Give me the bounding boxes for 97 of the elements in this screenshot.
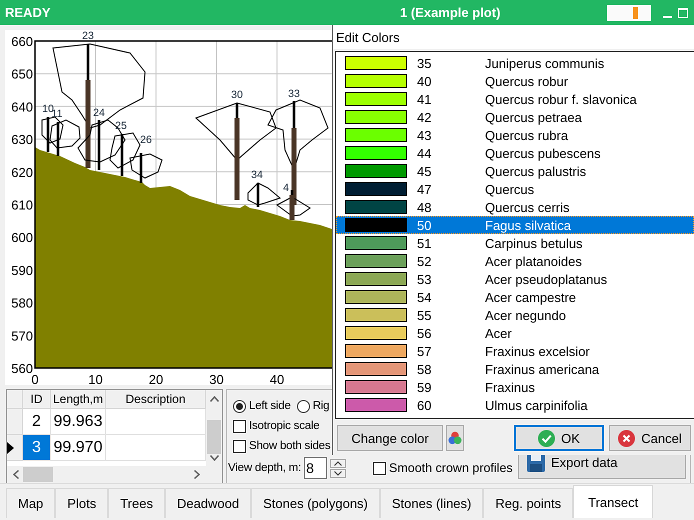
list-item[interactable]: 54 Acer campestre [336,288,694,306]
list-item[interactable]: 47 Quercus [336,180,694,198]
tab[interactable]: Plots [55,488,108,518]
spin-down-button[interactable] [330,468,346,478]
table-cell[interactable] [106,435,206,461]
list-item[interactable]: 52 Acer platanoides [336,252,694,270]
radio-button[interactable] [233,400,246,412]
corner-cell [7,390,23,409]
input-field[interactable]: 8 [304,457,328,479]
list-item[interactable]: 56 Acer [336,324,694,342]
tree-label: 25 [115,120,127,132]
column-header[interactable]: ID [23,390,51,409]
axis-label: 580 [11,296,33,311]
cancel-button[interactable]: Cancel [609,425,691,451]
list-item[interactable]: 55 Acer negundo [336,306,694,324]
list-item[interactable]: 57 Fraxinus excelsior [336,342,694,360]
checkbox-label[interactable]: Show both sides [249,440,330,452]
axis-label: 640 [11,99,33,114]
tree-label: 34 [251,169,263,181]
status-text: READY [5,5,51,20]
tree-label: 11 [52,108,62,120]
scroll-down-icon[interactable] [210,455,218,461]
list-item[interactable]: 60 Ulmus carpinifolia [336,396,694,414]
tree-label: 24 [93,107,105,119]
field-label: View depth, m: [228,462,302,474]
checkbox[interactable] [233,420,246,432]
list-item[interactable]: 58 Fraxinus americana [336,360,694,378]
tab[interactable]: Deadwood [164,488,252,518]
tab[interactable]: Map [6,488,56,518]
scroll-up-icon[interactable] [210,396,218,402]
dialog-title: Edit Colors [336,30,400,44]
palette-icon [448,431,462,445]
tab[interactable]: Transect [573,485,654,518]
radio-label[interactable]: Left side [249,400,291,412]
tab[interactable]: Reg. points [483,488,574,518]
checkbox[interactable] [233,440,246,452]
column-header[interactable]: Length,m [51,390,106,409]
radio-label[interactable]: Rig [312,400,330,412]
table-cell[interactable]: 99.970 [51,435,106,461]
checkbox[interactable] [373,462,386,474]
list-item[interactable]: 45 Quercus palustris [336,162,694,180]
list-item[interactable]: 35 Juniperus communis [336,54,694,72]
status-indicator [607,4,651,20]
tree-label: 26 [140,134,152,146]
list-item[interactable]: 44 Quercus pubescens [336,144,694,162]
scrollbar-thumb[interactable] [207,420,221,454]
tab[interactable]: Stones (lines) [380,488,484,518]
list-item[interactable]: 43 Quercus rubra [336,126,694,144]
ok-button[interactable]: OK [514,425,604,451]
axis-label: 650 [11,66,33,82]
spin-up-button[interactable] [330,458,346,468]
axis-label: 30 [209,372,224,385]
cancel-icon [618,430,636,446]
scroll-right-icon[interactable] [194,470,200,479]
axis-label: 10 [88,372,103,385]
axis-label: 630 [11,132,33,148]
axis-label: 660 [11,34,33,49]
axis-label: 620 [11,164,33,180]
check-icon [538,430,556,446]
row-header[interactable] [7,435,23,461]
scroll-left-icon[interactable] [13,470,19,479]
list-item[interactable]: 50 Fagus silvatica [336,216,694,234]
window-title: 1 (Example plot) [400,5,500,20]
list-item[interactable]: 59 Fraxinus [336,378,694,396]
tab[interactable]: Trees [108,488,165,518]
axis-label: 610 [11,198,33,212]
axis-label: 20 [148,372,164,385]
maximize-icon[interactable] [678,8,688,18]
list-item[interactable]: 40 Quercus robur [336,72,694,90]
list-item[interactable]: 53 Acer pseudoplatanus [336,270,694,288]
tree-label: 10 [42,103,54,115]
radio-button[interactable] [296,400,310,412]
tree-label: 30 [231,89,243,101]
axis-label: 560 [11,361,33,376]
tab[interactable]: Stones (polygons) [251,488,380,518]
list-item[interactable]: 41 Quercus robur f. slavonica [336,90,694,108]
scrollbar-thumb[interactable] [23,467,53,482]
list-item[interactable]: 48 Quercus cerris [336,198,694,216]
change-color-button[interactable]: Change color [337,425,443,451]
table-cell[interactable]: 2 [23,409,51,435]
column-header[interactable]: Description [106,390,206,409]
axis-label: 0 [31,372,39,385]
table-cell[interactable] [106,409,206,435]
axis-label: 570 [11,328,33,344]
axis-label: 40 [270,372,284,385]
palette-button[interactable] [446,425,464,451]
tree-label: 4 [283,182,289,194]
axis-label: 600 [11,230,33,246]
table-cell[interactable]: 99.963 [51,409,106,435]
list-item[interactable]: 42 Quercus petraea [336,108,694,126]
checkbox-label[interactable]: Smooth crown profiles [389,461,513,475]
table-cell[interactable]: 3 [23,435,51,461]
list-item[interactable]: 51 Carpinus betulus [336,234,694,252]
tree-label: 33 [288,88,300,100]
axis-label: 590 [11,262,33,278]
checkbox-label[interactable]: Isotropic scale [249,420,320,432]
tree-label: 23 [82,30,94,42]
